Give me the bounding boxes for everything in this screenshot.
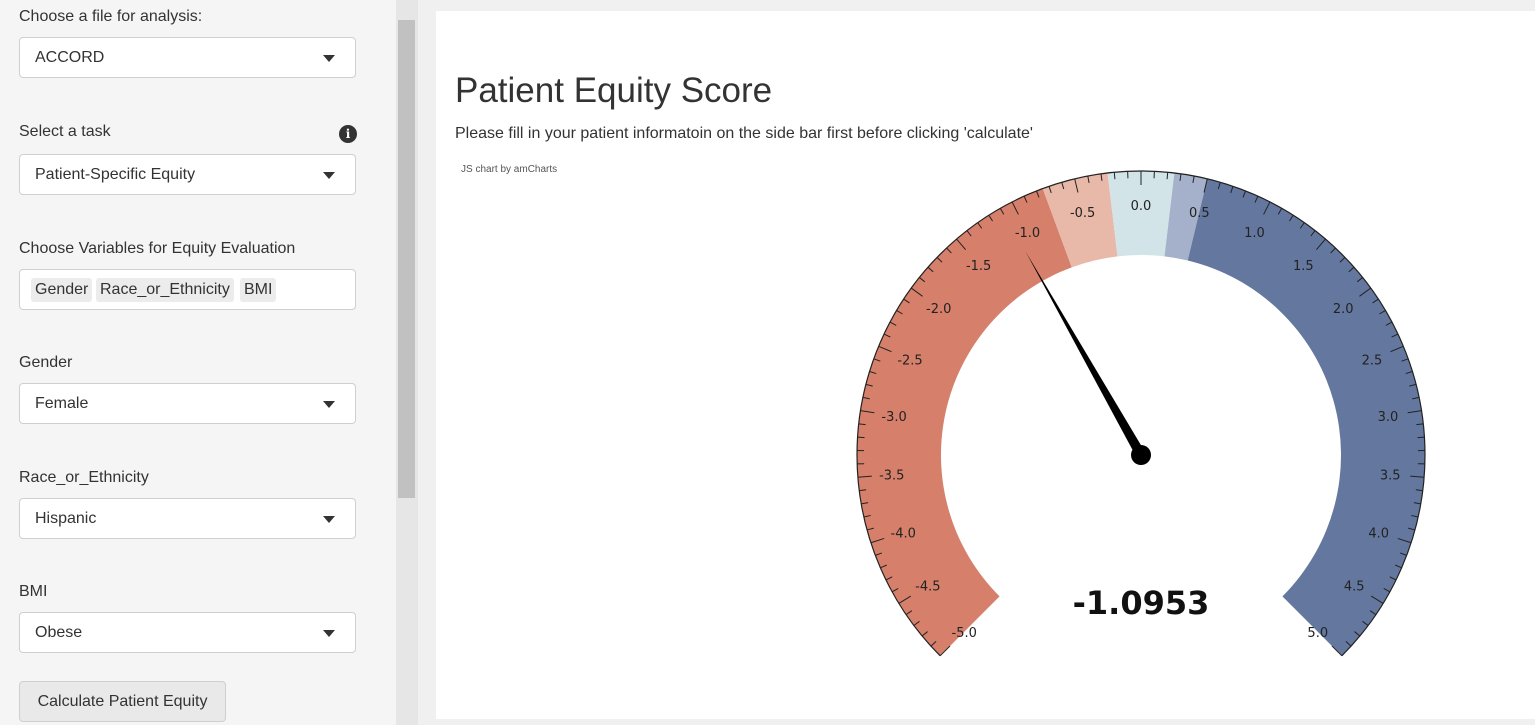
variable-tag[interactable]: BMI bbox=[240, 278, 277, 302]
gauge-minor-tick bbox=[1113, 172, 1116, 180]
gauge-tick-label: 4.0 bbox=[1368, 526, 1389, 541]
gauge-tick-label: 5.0 bbox=[1307, 626, 1328, 641]
bmi-label: BMI bbox=[19, 583, 48, 600]
task-label: Select a task bbox=[19, 123, 111, 140]
gender-select[interactable]: Female bbox=[19, 383, 356, 424]
gender-select-value: Female bbox=[35, 395, 89, 412]
chevron-down-icon bbox=[323, 630, 335, 637]
task-select[interactable]: Patient-Specific Equity bbox=[19, 154, 356, 195]
variables-multiselect[interactable]: Gender Race_or_Ethnicity BMI bbox=[19, 269, 356, 310]
gauge-tick-label: 1.0 bbox=[1244, 226, 1265, 241]
gauge-tick-label: -1.0 bbox=[1015, 226, 1040, 241]
gauge-tick-label: 3.0 bbox=[1378, 410, 1399, 425]
race-select[interactable]: Hispanic bbox=[19, 498, 356, 539]
race-select-value: Hispanic bbox=[35, 510, 97, 527]
file-select[interactable]: ACCORD bbox=[19, 37, 356, 78]
variable-tag[interactable]: Race_or_Ethnicity bbox=[96, 278, 234, 302]
gauge-tick-label: -2.0 bbox=[926, 302, 951, 317]
gauge-tick-label: 0.5 bbox=[1189, 206, 1210, 221]
variables-label: Choose Variables for Equity Evaluation bbox=[19, 240, 296, 257]
variable-tag[interactable]: Gender bbox=[31, 278, 93, 302]
chevron-down-icon bbox=[323, 401, 335, 408]
gauge-tick-label: -3.0 bbox=[881, 410, 906, 425]
gauge-tick-label: 0.0 bbox=[1131, 199, 1152, 214]
gender-label: Gender bbox=[19, 354, 73, 371]
gauge-tick-label: 1.5 bbox=[1293, 259, 1314, 274]
gauge-tick-label: 3.5 bbox=[1380, 469, 1401, 484]
chevron-down-icon bbox=[323, 172, 335, 179]
gauge-tick-label: -3.5 bbox=[879, 469, 904, 484]
scrollbar-thumb[interactable] bbox=[398, 20, 415, 498]
gauge-needle-pin bbox=[1131, 445, 1151, 465]
gauge-minor-tick bbox=[1166, 172, 1169, 180]
gauge-needle bbox=[1025, 251, 1151, 465]
gauge-tick-label: -4.0 bbox=[891, 526, 916, 541]
gauge-tick-label: -5.0 bbox=[952, 626, 977, 641]
bmi-select[interactable]: Obese bbox=[19, 612, 356, 653]
gauge-tick-label: -2.5 bbox=[897, 353, 922, 368]
gauge-tick-label: 4.5 bbox=[1344, 580, 1365, 595]
bmi-select-value: Obese bbox=[35, 624, 83, 641]
gauge-value-label: -1.0953 bbox=[1073, 584, 1210, 622]
main-panel: Patient Equity Score Please fill in your… bbox=[436, 11, 1535, 719]
gauge-tick-label: 2.5 bbox=[1362, 353, 1383, 368]
calculate-button[interactable]: Calculate Patient Equity bbox=[19, 681, 226, 722]
equity-gauge: -5.0 -4.5 -4.0 -3.5 -3.0 -2.5 -2.0 -1.5 -1.0 -0.5… bbox=[856, 170, 1426, 657]
sidebar: Choose a file for analysis: ACCORD Selec… bbox=[0, 0, 396, 725]
task-select-value: Patient-Specific Equity bbox=[35, 166, 196, 183]
info-icon[interactable]: i bbox=[339, 125, 357, 143]
gauge-needle-hand bbox=[1025, 251, 1146, 458]
chevron-down-icon bbox=[323, 516, 335, 523]
gauge-tick-label: -4.5 bbox=[915, 580, 940, 595]
gauge-tick-label: 2.0 bbox=[1333, 302, 1354, 317]
file-label: Choose a file for analysis: bbox=[19, 8, 203, 25]
chevron-down-icon bbox=[323, 55, 335, 62]
file-select-value: ACCORD bbox=[35, 49, 105, 66]
gauge-tick-label: -0.5 bbox=[1070, 206, 1095, 221]
gauge-tick-label: -1.5 bbox=[966, 259, 991, 274]
race-label: Race_or_Ethnicity bbox=[19, 469, 149, 486]
